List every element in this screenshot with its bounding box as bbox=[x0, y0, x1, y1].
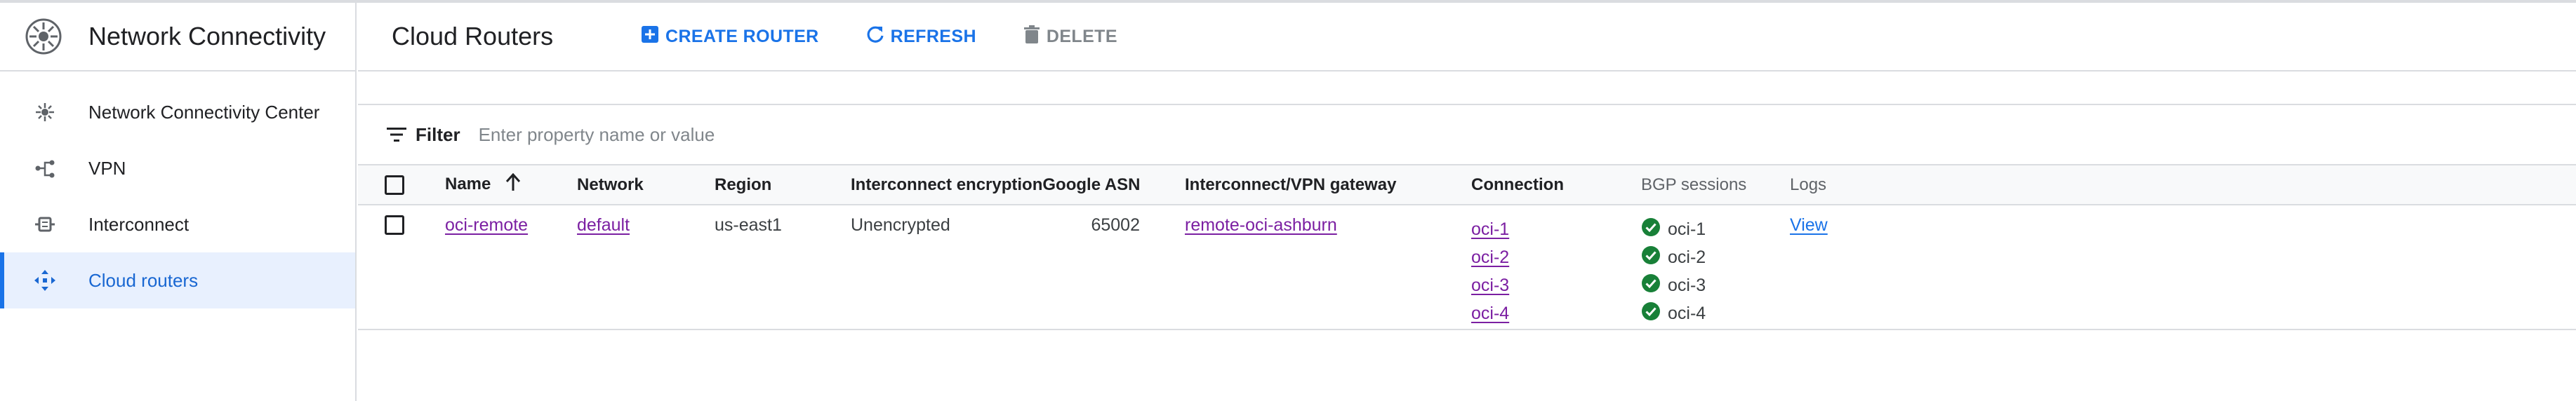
sidebar-item-network-connectivity-center[interactable]: Network Connectivity Center bbox=[0, 84, 355, 140]
column-header-encryption[interactable]: Interconnect encryption bbox=[851, 175, 1042, 195]
check-circle-icon bbox=[1641, 245, 1668, 270]
connection-item: oci-2 bbox=[1471, 243, 1641, 271]
sidebar-item-cloud-routers[interactable]: Cloud routers bbox=[0, 252, 355, 308]
main-content: Cloud Routers CREATE ROUTER REFRESH DELE… bbox=[358, 3, 2576, 401]
create-router-button[interactable]: CREATE ROUTER bbox=[640, 25, 819, 49]
encryption-value: Unencrypted bbox=[851, 215, 950, 235]
column-header-network[interactable]: Network bbox=[577, 165, 715, 205]
sidebar-item-label: VPN bbox=[88, 157, 126, 179]
network-link[interactable]: default bbox=[577, 215, 630, 235]
bgp-session-item: oci-2 bbox=[1641, 243, 1790, 271]
bgp-session-item: oci-3 bbox=[1641, 271, 1790, 299]
bgp-session-label: oci-4 bbox=[1668, 303, 1706, 323]
column-header-logs: Logs bbox=[1790, 165, 2576, 205]
sidebar-item-vpn[interactable]: VPN bbox=[0, 140, 355, 196]
column-header-name[interactable]: Name bbox=[445, 165, 577, 205]
filter-input[interactable] bbox=[478, 123, 1110, 146]
region-cell: us-east1 bbox=[715, 215, 782, 235]
vpn-icon bbox=[31, 154, 59, 182]
column-header-connection[interactable]: Connection bbox=[1471, 165, 1641, 205]
sidebar-item-label: Cloud routers bbox=[88, 269, 199, 291]
connection-link[interactable]: oci-4 bbox=[1471, 304, 1509, 324]
logs-cell: View bbox=[1790, 205, 2576, 329]
asn-value: 65002 bbox=[1091, 215, 1140, 235]
connection-item: oci-1 bbox=[1471, 215, 1641, 243]
row-checkbox[interactable] bbox=[385, 215, 404, 235]
router-name-link[interactable]: oci-remote bbox=[445, 215, 528, 235]
sort-ascending-icon[interactable] bbox=[505, 172, 521, 196]
row-select-cell bbox=[358, 205, 445, 329]
column-header-label: Name bbox=[445, 174, 491, 193]
check-circle-icon bbox=[1641, 273, 1668, 298]
table-row: oci-remote default us-east1 Unencrypted … bbox=[358, 205, 2576, 329]
select-all-cell bbox=[358, 165, 445, 205]
sidebar: Network Connectivity Network Connectivit… bbox=[0, 3, 357, 401]
column-header-asn[interactable]: Google ASN bbox=[1042, 175, 1140, 194]
check-circle-icon bbox=[1641, 217, 1668, 242]
column-header-encryption-asn: Interconnect encryption Google ASN bbox=[851, 165, 1185, 205]
create-router-label: CREATE ROUTER bbox=[665, 26, 819, 46]
add-box-icon bbox=[640, 25, 665, 49]
sidebar-header: Network Connectivity bbox=[0, 3, 355, 72]
network-cell: default bbox=[577, 205, 715, 329]
check-circle-icon bbox=[1641, 301, 1668, 326]
gateway-link[interactable]: remote-oci-ashburn bbox=[1185, 215, 1337, 235]
connection-link[interactable]: oci-1 bbox=[1471, 219, 1509, 240]
view-logs-link[interactable]: View bbox=[1790, 215, 1828, 235]
bgp-sessions-cell: oci-1 oci-2 oci-3 oci-4 bbox=[1641, 205, 1790, 329]
connection-item: oci-3 bbox=[1471, 271, 1641, 299]
sidebar-item-label: Interconnect bbox=[88, 213, 190, 235]
page-title: Cloud Routers bbox=[392, 22, 554, 50]
connection-link[interactable]: oci-3 bbox=[1471, 276, 1509, 296]
interconnect-icon bbox=[31, 210, 59, 238]
hub-icon bbox=[31, 98, 59, 126]
routers-table: Name Network Region Interconnect encrypt… bbox=[358, 165, 2576, 330]
bgp-session-label: oci-1 bbox=[1668, 219, 1706, 239]
delete-label: DELETE bbox=[1046, 26, 1117, 46]
delete-button[interactable]: DELETE bbox=[1023, 25, 1117, 49]
network-connectivity-logo-icon bbox=[22, 15, 65, 57]
bgp-session-label: oci-2 bbox=[1668, 247, 1706, 267]
encryption-asn-cell: Unencrypted 65002 bbox=[851, 205, 1185, 329]
bgp-session-label: oci-3 bbox=[1668, 275, 1706, 295]
connection-item: oci-4 bbox=[1471, 299, 1641, 327]
column-header-gateway[interactable]: Interconnect/VPN gateway bbox=[1185, 165, 1471, 205]
select-all-checkbox[interactable] bbox=[385, 175, 404, 195]
refresh-icon bbox=[865, 25, 891, 49]
filter-bar: Filter bbox=[358, 105, 2576, 165]
connection-link[interactable]: oci-2 bbox=[1471, 247, 1509, 268]
gateway-cell: remote-oci-ashburn bbox=[1185, 205, 1471, 329]
sidebar-item-interconnect[interactable]: Interconnect bbox=[0, 196, 355, 252]
name-cell: oci-remote bbox=[445, 205, 577, 329]
filter-label: Filter bbox=[416, 123, 460, 145]
cloud-router-icon bbox=[31, 266, 59, 294]
filter-icon[interactable] bbox=[386, 123, 409, 146]
table-header-row: Name Network Region Interconnect encrypt… bbox=[358, 165, 2576, 205]
toolbar: Cloud Routers CREATE ROUTER REFRESH DELE… bbox=[358, 3, 2576, 72]
refresh-label: REFRESH bbox=[890, 26, 976, 46]
bgp-session-item: oci-1 bbox=[1641, 215, 1790, 243]
refresh-button[interactable]: REFRESH bbox=[865, 25, 976, 49]
product-title: Network Connectivity bbox=[88, 22, 326, 50]
column-header-region[interactable]: Region bbox=[715, 165, 851, 205]
sidebar-item-label: Network Connectivity Center bbox=[88, 101, 320, 123]
column-header-bgp-sessions: BGP sessions bbox=[1641, 165, 1790, 205]
bgp-session-item: oci-4 bbox=[1641, 299, 1790, 327]
trash-icon bbox=[1023, 25, 1047, 49]
spacer-band bbox=[358, 72, 2576, 105]
connection-cell: oci-1 oci-2 oci-3 oci-4 bbox=[1471, 205, 1641, 329]
